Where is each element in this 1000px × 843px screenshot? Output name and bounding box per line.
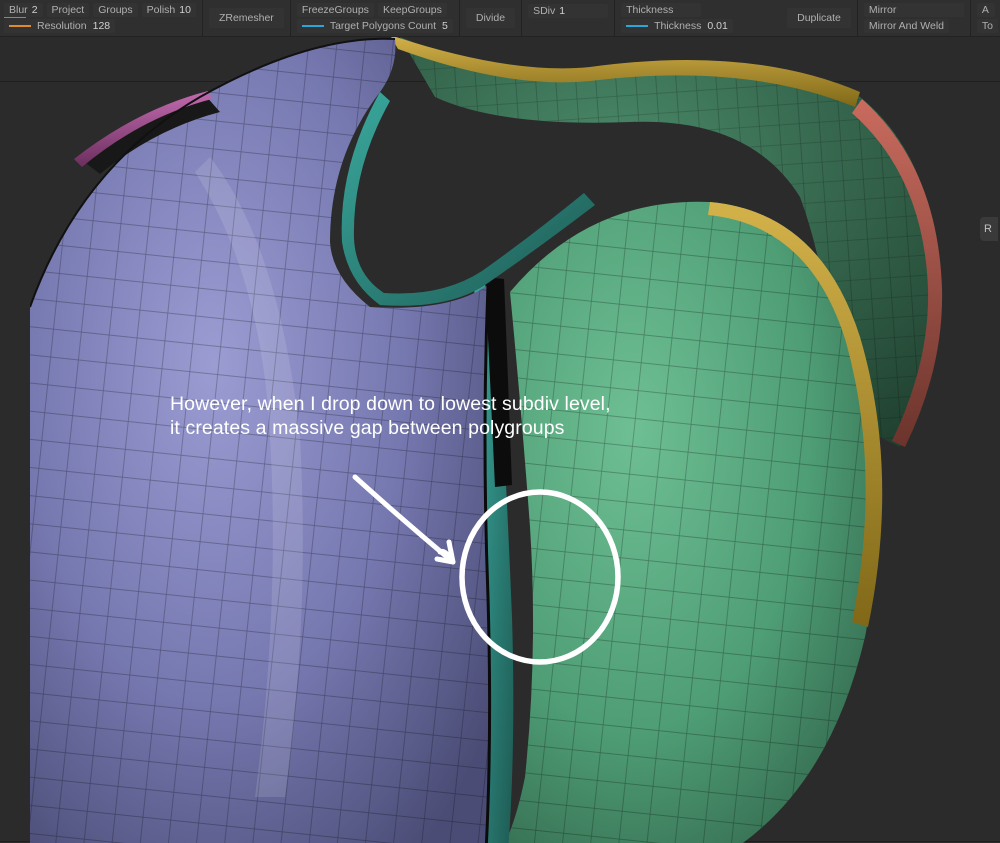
toolbar-separator (857, 0, 858, 36)
axis-to-button[interactable]: To (977, 19, 998, 33)
divide-button[interactable]: Divide (466, 8, 515, 28)
mesh-render (30, 37, 970, 843)
toolbar-separator (614, 0, 615, 36)
group-polish: Blur 2 Project Groups Polish 10 Resoluti… (0, 0, 200, 36)
keep-groups-toggle[interactable]: KeepGroups (378, 3, 447, 17)
viewport-3d[interactable]: However, when I drop down to lowest subd… (0, 37, 1000, 843)
slider-indicator-icon (302, 25, 324, 27)
mirror-button[interactable]: Mirror (864, 3, 964, 17)
toolbar-separator (970, 0, 971, 36)
resolution-slider[interactable]: Resolution 128 (4, 19, 115, 33)
group-duplicate: Duplicate (783, 0, 855, 36)
toolbar-separator (202, 0, 203, 36)
duplicate-button[interactable]: Duplicate (787, 8, 851, 28)
axis-a-button[interactable]: A (977, 3, 995, 17)
group-axes: A To (973, 0, 1000, 36)
zremesher-button[interactable]: ZRemesher (209, 8, 284, 28)
toolbar-separator (459, 0, 460, 36)
toolbar-separator (290, 0, 291, 36)
group-divide: Divide (462, 0, 519, 36)
thickness-slider[interactable]: Thickness 0.01 (621, 19, 733, 33)
group-mirror: Mirror Mirror And Weld (860, 0, 968, 36)
slider-indicator-icon (9, 25, 31, 27)
polish-slider[interactable]: Polish 10 (142, 3, 196, 17)
blur-slider[interactable]: Blur 2 (4, 3, 43, 17)
group-remesh-opts: FreezeGroups KeepGroups Target Polygons … (293, 0, 457, 36)
project-toggle[interactable]: Project (47, 3, 90, 17)
groups-toggle[interactable]: Groups (93, 3, 137, 17)
group-sdiv: SDiv 1 (524, 0, 612, 36)
target-polycount-slider[interactable]: Target Polygons Count 5 (297, 19, 453, 33)
right-panel-toggle[interactable]: R (980, 217, 998, 241)
slider-indicator-icon (626, 25, 648, 27)
group-thickness: Thickness Thickness 0.01 (617, 0, 737, 36)
group-zremesher: ZRemesher (205, 0, 288, 36)
toolbar-separator (521, 0, 522, 36)
sdiv-slider[interactable]: SDiv 1 (528, 4, 608, 18)
mirror-and-weld-button[interactable]: Mirror And Weld (864, 19, 949, 33)
top-toolbar: Blur 2 Project Groups Polish 10 Resoluti… (0, 0, 1000, 37)
freeze-groups-toggle[interactable]: FreezeGroups (297, 3, 374, 17)
thickness-header[interactable]: Thickness (621, 3, 701, 17)
